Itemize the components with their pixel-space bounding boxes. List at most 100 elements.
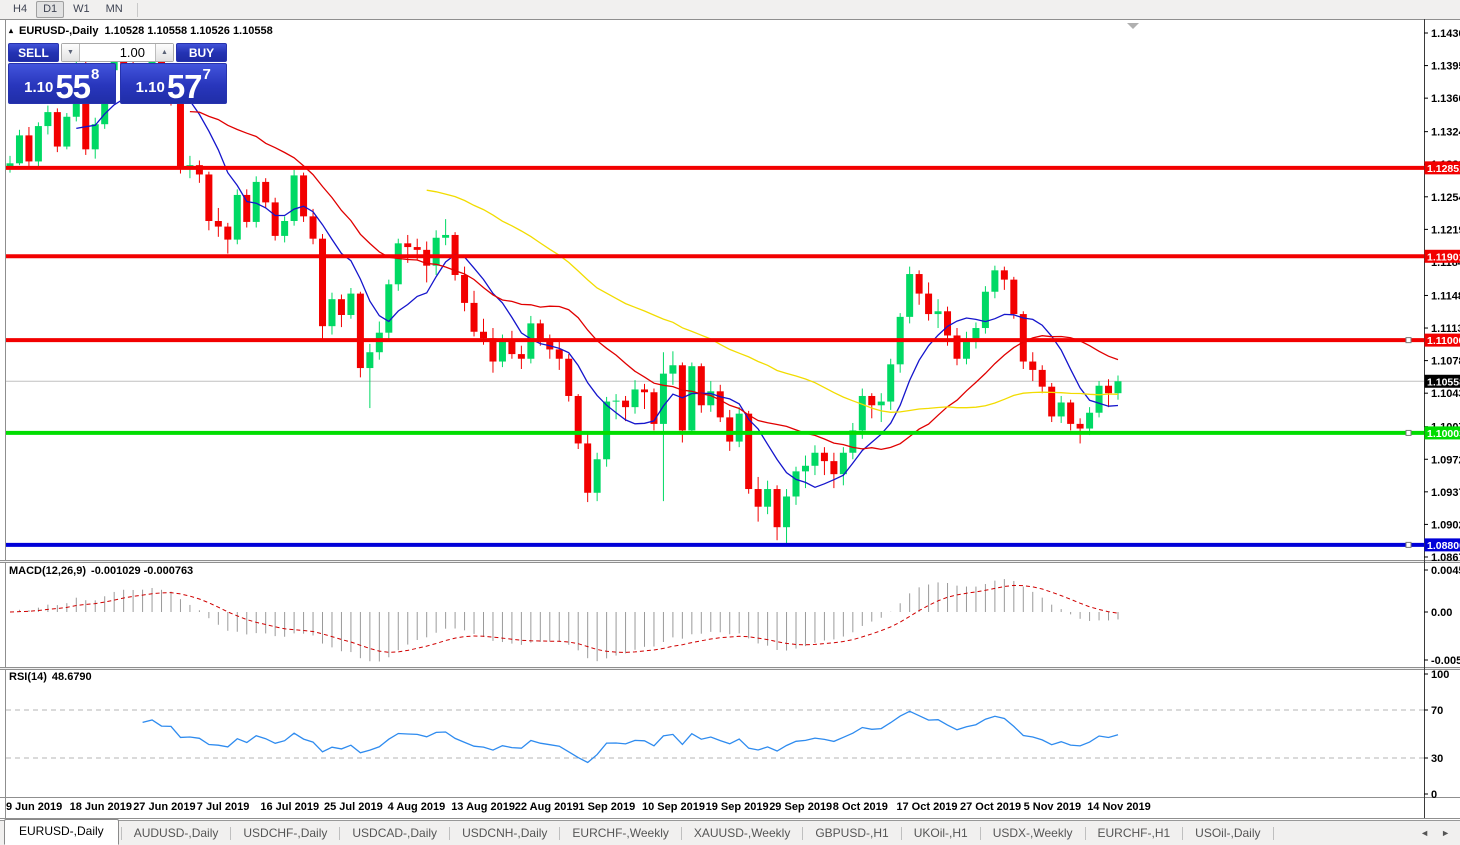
volume-stepper: ▼ 1.00 ▲ bbox=[61, 43, 174, 62]
svg-text:1.09370: 1.09370 bbox=[1431, 487, 1460, 499]
sell-price-prefix: 1.10 bbox=[24, 79, 53, 96]
tab-eurusd-daily[interactable]: EURUSD-,Daily bbox=[4, 819, 119, 845]
svg-text:4 Aug 2019: 4 Aug 2019 bbox=[388, 801, 446, 813]
tab-usoil-daily[interactable]: USOil-,Daily bbox=[1183, 822, 1272, 844]
svg-text:8 Oct 2019: 8 Oct 2019 bbox=[833, 801, 888, 813]
svg-text:7 Jul 2019: 7 Jul 2019 bbox=[197, 801, 250, 813]
svg-text:-0.005205: -0.005205 bbox=[1431, 655, 1460, 667]
rsi-value: 48.6790 bbox=[52, 671, 92, 683]
tab-ukoil-h1[interactable]: UKOil-,H1 bbox=[902, 822, 980, 844]
buy-button[interactable]: BUY bbox=[176, 43, 227, 62]
collapse-chart-icon[interactable]: ▴ bbox=[9, 27, 13, 35]
svg-text:16 Jul 2019: 16 Jul 2019 bbox=[260, 801, 319, 813]
svg-text:1.12851: 1.12851 bbox=[1427, 163, 1460, 175]
svg-text:1.11130: 1.11130 bbox=[1431, 323, 1460, 335]
tab-usdcnh-daily[interactable]: USDCNH-,Daily bbox=[450, 822, 559, 844]
svg-text:1.10003: 1.10003 bbox=[1427, 428, 1460, 440]
svg-text:1.13600: 1.13600 bbox=[1431, 93, 1460, 105]
buy-price-prefix: 1.10 bbox=[136, 79, 165, 96]
rsi-name: RSI(14) bbox=[9, 671, 47, 683]
timeframe-h4-button[interactable]: H4 bbox=[6, 1, 34, 18]
price-axis[interactable]: 1.143001.139501.136001.132401.128901.125… bbox=[1424, 28, 1460, 801]
svg-text:27 Oct 2019: 27 Oct 2019 bbox=[960, 801, 1021, 813]
svg-text:1.08670: 1.08670 bbox=[1431, 552, 1460, 564]
tab-usdx-weekly[interactable]: USDX-,Weekly bbox=[981, 822, 1085, 844]
timeframe-toolbar: H4D1W1MN bbox=[0, 0, 1460, 20]
svg-text:1.13240: 1.13240 bbox=[1431, 127, 1460, 139]
hline-handle[interactable] bbox=[1406, 430, 1411, 435]
svg-text:1.11901: 1.11901 bbox=[1427, 251, 1460, 263]
rsi-pane[interactable] bbox=[6, 710, 1424, 763]
volume-input[interactable]: 1.00 bbox=[80, 44, 155, 61]
tab-audusd-daily[interactable]: AUDUSD-,Daily bbox=[122, 822, 231, 844]
tab-eurchf-weekly[interactable]: EURCHF-,Weekly bbox=[560, 822, 680, 844]
tab-usdcad-daily[interactable]: USDCAD-,Daily bbox=[340, 822, 449, 844]
one-click-trade-panel: SELL ▼ 1.00 ▲ BUY 1.10 55 8 1.10 57 7 bbox=[8, 43, 227, 104]
tabs-scroll-left-icon[interactable]: ◄ bbox=[1420, 828, 1429, 838]
svg-text:70: 70 bbox=[1431, 705, 1443, 717]
svg-text:1.10430: 1.10430 bbox=[1431, 388, 1460, 400]
svg-text:1 Sep 2019: 1 Sep 2019 bbox=[578, 801, 635, 813]
buy-price-button[interactable]: 1.10 57 7 bbox=[120, 63, 228, 104]
svg-text:1.09020: 1.09020 bbox=[1431, 519, 1460, 531]
svg-text:1.09720: 1.09720 bbox=[1431, 454, 1460, 466]
svg-text:100: 100 bbox=[1431, 669, 1449, 681]
svg-text:22 Aug 2019: 22 Aug 2019 bbox=[515, 801, 579, 813]
rsi-indicator-label: RSI(14) 48.6790 bbox=[9, 671, 92, 683]
tab-separator bbox=[1273, 827, 1274, 840]
svg-text:1.11000: 1.11000 bbox=[1427, 335, 1460, 347]
sell-price-pip: 8 bbox=[91, 66, 99, 83]
svg-text:18 Jun 2019: 18 Jun 2019 bbox=[70, 801, 132, 813]
svg-text:13 Aug 2019: 13 Aug 2019 bbox=[451, 801, 515, 813]
toolbar-separator bbox=[137, 3, 138, 17]
svg-text:30: 30 bbox=[1431, 753, 1443, 765]
time-axis[interactable]: 9 Jun 2019 18 Jun 201927 Jun 20197 Jul 20… bbox=[6, 801, 1151, 813]
sell-price-button[interactable]: 1.10 55 8 bbox=[8, 63, 116, 104]
chart-symbol-label: EURUSD-,Daily bbox=[19, 25, 98, 37]
svg-text:1.14300: 1.14300 bbox=[1431, 28, 1460, 40]
svg-text:25 Jul 2019: 25 Jul 2019 bbox=[324, 801, 383, 813]
timeframe-mn-button[interactable]: MN bbox=[99, 1, 130, 18]
svg-text:1.12540: 1.12540 bbox=[1431, 192, 1460, 204]
sell-price-main: 55 bbox=[55, 73, 90, 100]
svg-text:29 Sep 2019: 29 Sep 2019 bbox=[769, 801, 832, 813]
volume-increase-button[interactable]: ▲ bbox=[155, 44, 173, 61]
scroll-to-end-icon[interactable] bbox=[1127, 23, 1139, 29]
tab-eurchf-h1[interactable]: EURCHF-,H1 bbox=[1086, 822, 1183, 844]
svg-text:17 Oct 2019: 17 Oct 2019 bbox=[896, 801, 957, 813]
svg-text:19 Sep 2019: 19 Sep 2019 bbox=[706, 801, 769, 813]
svg-text:27 Jun 2019: 27 Jun 2019 bbox=[133, 801, 195, 813]
svg-text:1.12190: 1.12190 bbox=[1431, 224, 1460, 236]
main-pane[interactable] bbox=[6, 49, 1424, 548]
tab-xauusd-weekly[interactable]: XAUUSD-,Weekly bbox=[682, 822, 802, 844]
svg-text:10 Sep 2019: 10 Sep 2019 bbox=[642, 801, 705, 813]
svg-text:14 Nov 2019: 14 Nov 2019 bbox=[1087, 801, 1151, 813]
moving-average-8 bbox=[76, 75, 1118, 488]
macd-pane[interactable] bbox=[10, 579, 1118, 661]
svg-text:9 Jun 2019: 9 Jun 2019 bbox=[6, 801, 62, 813]
macd-values: -0.001029 -0.000763 bbox=[91, 565, 193, 577]
svg-text:1.10780: 1.10780 bbox=[1431, 356, 1460, 368]
tab-gbpusd-h1[interactable]: GBPUSD-,H1 bbox=[803, 822, 900, 844]
svg-text:1.13950: 1.13950 bbox=[1431, 61, 1460, 73]
svg-text:1.08800: 1.08800 bbox=[1427, 540, 1460, 552]
macd-name: MACD(12,26,9) bbox=[9, 565, 86, 577]
svg-text:0.004536: 0.004536 bbox=[1431, 565, 1460, 577]
svg-text:5 Nov 2019: 5 Nov 2019 bbox=[1024, 801, 1081, 813]
volume-decrease-button[interactable]: ▼ bbox=[62, 44, 80, 61]
price-chart[interactable]: 1.143001.139501.136001.132401.128901.125… bbox=[0, 19, 1460, 819]
svg-text:0: 0 bbox=[1431, 789, 1437, 801]
hline-handle[interactable] bbox=[1406, 542, 1411, 547]
trading-terminal: { "icons": { "collapse": "▴", "scroll_en… bbox=[0, 0, 1460, 845]
rsi-line bbox=[143, 711, 1118, 762]
timeframe-d1-button[interactable]: D1 bbox=[36, 1, 64, 18]
timeframe-w1-button[interactable]: W1 bbox=[66, 1, 97, 18]
tab-usdchf-daily[interactable]: USDCHF-,Daily bbox=[231, 822, 339, 844]
buy-price-pip: 7 bbox=[203, 66, 211, 83]
macd-signal-line bbox=[10, 585, 1118, 652]
tabs-scroll-right-icon[interactable]: ► bbox=[1441, 828, 1450, 838]
chart-tabbar: EURUSD-,DailyAUDUSD-,DailyUSDCHF-,DailyU… bbox=[0, 820, 1460, 845]
svg-text:0.00: 0.00 bbox=[1431, 607, 1452, 619]
sell-button[interactable]: SELL bbox=[8, 43, 59, 62]
hline-handle[interactable] bbox=[1406, 338, 1411, 343]
